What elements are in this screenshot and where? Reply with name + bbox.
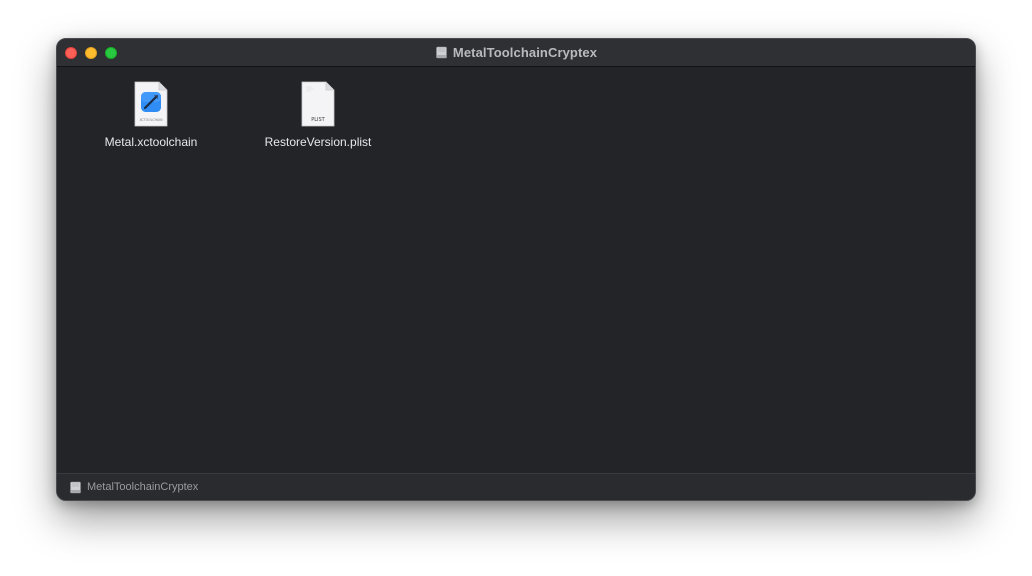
- xctoolchain-file-icon[interactable]: XCTOOLCHAIN: [133, 81, 169, 127]
- desktop-background: MetalToolchainCryptex XCTOOLCHAIN Metal.…: [0, 0, 1032, 576]
- window-title: MetalToolchainCryptex: [57, 39, 975, 66]
- disk-image-icon: [436, 46, 447, 59]
- plist-file-icon[interactable]: PLIST: [300, 81, 336, 127]
- file-browser-area[interactable]: XCTOOLCHAIN Metal.xctoolchain PLIST Rest…: [57, 67, 975, 474]
- file-name-label: Metal.xctoolchain: [104, 135, 198, 149]
- file-name-label: RestoreVersion.plist: [264, 135, 372, 149]
- finder-window[interactable]: MetalToolchainCryptex XCTOOLCHAIN Metal.…: [56, 38, 976, 501]
- xctoolchain-badge: XCTOOLCHAIN: [139, 118, 163, 122]
- window-title-text: MetalToolchainCryptex: [452, 45, 598, 60]
- title-bar[interactable]: MetalToolchainCryptex: [57, 39, 975, 67]
- disk-image-icon: [70, 481, 81, 493]
- file-item-metal-xctoolchain[interactable]: XCTOOLCHAIN Metal.xctoolchain: [81, 81, 221, 149]
- plist-badge: PLIST: [311, 117, 325, 123]
- path-bar-item[interactable]: MetalToolchainCryptex: [87, 481, 198, 493]
- file-item-restoreversion-plist[interactable]: PLIST RestoreVersion.plist: [248, 81, 388, 149]
- path-bar[interactable]: MetalToolchainCryptex: [57, 473, 975, 500]
